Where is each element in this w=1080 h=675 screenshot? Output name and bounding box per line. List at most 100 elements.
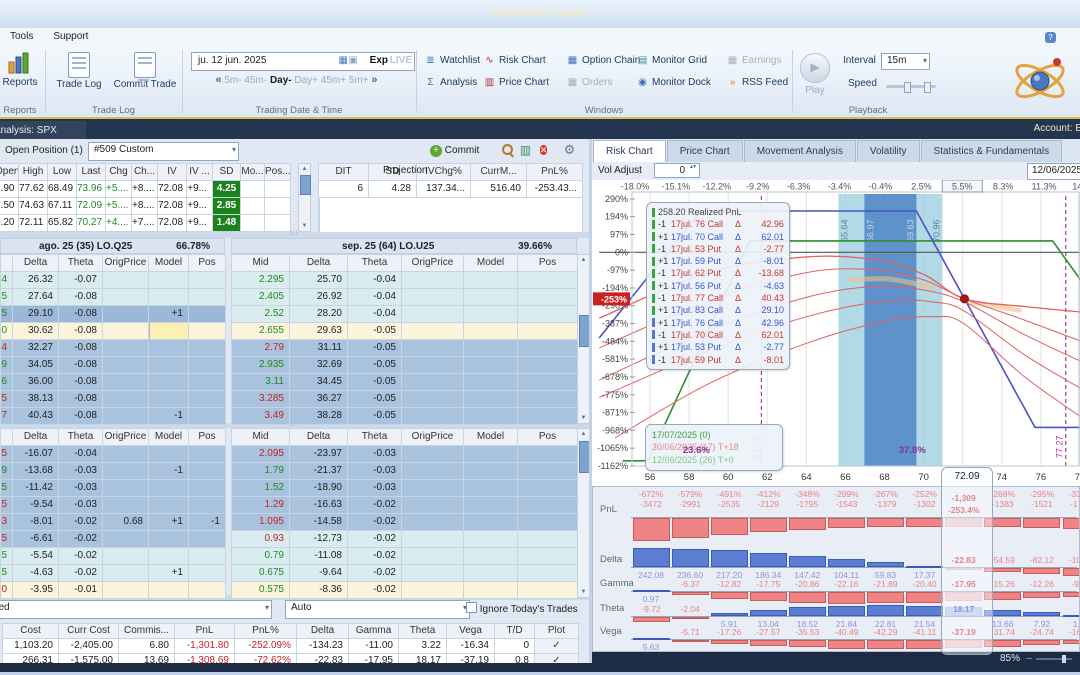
option-row[interactable]: 5 -5.54 -0.02 bbox=[1, 548, 226, 565]
calendar-icon[interactable]: ▦ bbox=[339, 53, 348, 69]
tab-movement-analysis[interactable]: Movement Analysis bbox=[743, 140, 856, 162]
month-header-right[interactable]: sep. 25 (64) LO.U25 39.66% bbox=[231, 238, 577, 254]
tab-statistics-fundamentals[interactable]: Statistics & Fundamentals bbox=[920, 140, 1063, 162]
option-row[interactable]: 2.935 32.69 -0.05 bbox=[232, 357, 578, 374]
monitor-dock-button[interactable]: ◉ Monitor Dock bbox=[636, 77, 711, 92]
projection-date-field[interactable]: 12/06/2025 bbox=[1027, 163, 1080, 180]
option-row[interactable]: 5 -11.42 -0.03 bbox=[1, 480, 226, 497]
quote-row[interactable]: 7.5074.6367.1172.09+5....+8....72.08+9..… bbox=[0, 198, 291, 215]
reports-button[interactable]: Reports bbox=[0, 52, 42, 88]
nav-Dayplus[interactable]: Day+ bbox=[294, 75, 320, 86]
trading-date-field[interactable]: ju. 12 jun. 2025 ▦ ▣ Exp LIVE bbox=[191, 52, 415, 71]
close-position-icon[interactable]: ✕ bbox=[536, 143, 551, 158]
nav-5mplus[interactable]: 5m+ bbox=[349, 75, 372, 86]
position-select[interactable]: #509 Custom bbox=[88, 142, 239, 161]
speed-slider-handle2[interactable] bbox=[924, 82, 931, 93]
month-header-left[interactable]: ago. 25 (35) LO.Q25 66.78% bbox=[0, 238, 225, 254]
option-row[interactable]: 6 36.00 -0.08 bbox=[1, 374, 226, 391]
quote-row[interactable]: 6.2072.1165.8270.27+4....+7....72.08+9..… bbox=[0, 215, 291, 232]
option-row[interactable]: 0 -3.95 -0.01 bbox=[1, 582, 226, 599]
option-row[interactable]: 4 32.27 -0.08 bbox=[1, 340, 226, 357]
summary-row[interactable]: 1,103.20 -2,405.00 6.80 -1,301.80 -252.09% -1… bbox=[3, 639, 579, 654]
settings-gear-icon[interactable]: ⚙ bbox=[562, 142, 577, 157]
quotes-scrollbar[interactable]: ▲ ▼ bbox=[298, 163, 311, 232]
auto-select[interactable]: Auto bbox=[285, 600, 470, 619]
option-row[interactable]: 3 -8.01 -0.02 0.68 +1 -1 bbox=[1, 514, 226, 531]
option-row[interactable]: 5 -16.07 -0.04 bbox=[1, 446, 226, 463]
tab-volatility[interactable]: Volatility bbox=[856, 140, 920, 162]
option-row[interactable]: 5 -6.61 -0.02 bbox=[1, 531, 226, 548]
tab-risk-chart[interactable]: Risk Chart bbox=[593, 140, 666, 162]
title-bar[interactable]: OptionNET Explorer bbox=[0, 0, 1080, 29]
option-row[interactable]: 2.79 31.11 -0.05 bbox=[232, 340, 578, 357]
option-row[interactable]: 3.11 34.45 -0.05 bbox=[232, 374, 578, 391]
option-row[interactable]: 0.79 -11.08 -0.02 bbox=[232, 548, 578, 565]
ignore-trades-checkbox[interactable]: Ignore Today's Trades bbox=[466, 602, 578, 615]
position-mode-select[interactable]: Combined bbox=[0, 600, 272, 619]
nav-45mplus[interactable]: 45m+ bbox=[321, 75, 349, 86]
option-row[interactable]: 0.93 -12.73 -0.02 bbox=[232, 531, 578, 548]
vol-adjust-spinner[interactable]: 0 bbox=[654, 163, 700, 178]
speed-slider[interactable] bbox=[886, 82, 936, 93]
option-row[interactable]: 1.52 -18.90 -0.03 bbox=[232, 480, 578, 497]
scroll-thumb[interactable] bbox=[300, 175, 311, 195]
exp-label[interactable]: Exp bbox=[370, 53, 388, 69]
monitor-grid-button[interactable]: ▤ Monitor Grid bbox=[636, 55, 707, 70]
nav-Dayminus[interactable]: Day- bbox=[270, 75, 294, 86]
commit-trade-button[interactable]: + Commit Trade bbox=[110, 52, 180, 90]
commit-button[interactable]: + Commit bbox=[430, 142, 492, 159]
trade-log-button[interactable]: Trade Log bbox=[50, 52, 108, 90]
stats-row[interactable]: 6 4.28 137.34... 516.40 -253.43... bbox=[319, 181, 583, 198]
help-icon[interactable]: ? bbox=[1045, 32, 1056, 43]
chain-header[interactable]: Mid Delta Theta OrigPrice Model Pos bbox=[232, 255, 578, 272]
chain-header[interactable]: Mid Delta Theta OrigPrice Model Pos bbox=[232, 429, 578, 446]
tab-analysis-spx[interactable]: Analysis: SPX bbox=[0, 121, 86, 141]
option-row[interactable]: 4 26.32 -0.07 bbox=[1, 272, 226, 289]
interval-select[interactable]: 15m bbox=[881, 53, 930, 70]
option-row[interactable]: 5 -9.54 -0.03 bbox=[1, 497, 226, 514]
option-row[interactable]: 2.295 25.70 -0.04 bbox=[232, 272, 578, 289]
option-row[interactable]: 7 40.43 -0.08 -1 bbox=[1, 408, 226, 425]
option-row[interactable]: 5 -4.63 -0.02 +1 bbox=[1, 565, 226, 582]
chain-header[interactable]: Delta Theta OrigPrice Model Pos bbox=[1, 429, 226, 446]
risk-chart-button[interactable]: ∿ Risk Chart bbox=[483, 55, 545, 70]
option-row[interactable]: 0.675 -9.64 -0.02 bbox=[232, 565, 578, 582]
quote-row[interactable]: 8.9077.6268.4973.96+5....+8....72.08+9..… bbox=[0, 181, 291, 198]
option-row[interactable]: 2.095 -23.97 -0.03 bbox=[232, 446, 578, 463]
stats-header[interactable]: DIT SD IVChg% CurrM... PnL% bbox=[319, 164, 583, 181]
watchlist-button[interactable]: ≣ Watchlist bbox=[424, 55, 480, 70]
summary-header[interactable]: Cost Curr Cost Commis... PnL PnL% Delta Gamma T… bbox=[3, 624, 579, 639]
tab-price-chart[interactable]: Price Chart bbox=[666, 140, 743, 162]
speed-slider-handle[interactable] bbox=[904, 82, 911, 93]
option-row[interactable]: 2.52 28.20 -0.04 bbox=[232, 306, 578, 323]
price-chart-button[interactable]: ▥ Price Chart bbox=[483, 77, 549, 92]
zoom-slider-handle[interactable] bbox=[1062, 655, 1066, 663]
option-row[interactable]: 1.79 -21.37 -0.03 bbox=[232, 463, 578, 480]
checkbox-box[interactable] bbox=[466, 602, 477, 613]
option-chain-button[interactable]: ▦ Option Chain bbox=[566, 55, 641, 70]
analysis-button[interactable]: Σ Analysis bbox=[424, 77, 477, 92]
option-row[interactable]: 5 29.10 -0.08 +1 bbox=[1, 306, 226, 323]
nav-45mminus[interactable]: 45m- bbox=[244, 75, 270, 86]
rss-feed-button[interactable]: » RSS Feed bbox=[726, 77, 788, 92]
quotes-header[interactable]: OpenHighLowLastChgCh...IVIV ...SDMo...Po… bbox=[0, 164, 291, 181]
option-row[interactable]: 2.405 26.92 -0.04 bbox=[232, 289, 578, 306]
nav-back-icon[interactable]: « bbox=[215, 74, 221, 86]
option-row[interactable]: 2.655 29.63 -0.05 bbox=[232, 323, 578, 340]
play-button[interactable]: ▶ bbox=[800, 53, 830, 83]
option-row[interactable]: 9 34.05 -0.08 bbox=[1, 357, 226, 374]
zoom-slider[interactable] bbox=[1036, 655, 1072, 663]
option-row[interactable]: 5 38.13 -0.08 bbox=[1, 391, 226, 408]
option-row[interactable]: 9 -13.68 -0.03 -1 bbox=[1, 463, 226, 480]
option-row[interactable]: 1.095 -14.58 -0.02 bbox=[232, 514, 578, 531]
option-row[interactable]: 0 30.62 -0.08 bbox=[1, 323, 226, 340]
option-row[interactable]: 1.29 -16.63 -0.02 bbox=[232, 497, 578, 514]
menu-support[interactable]: Support bbox=[43, 28, 98, 42]
chain-header[interactable]: Delta Theta OrigPrice Model Pos bbox=[1, 255, 226, 272]
option-row[interactable]: 3.49 38.28 -0.05 bbox=[232, 408, 578, 425]
nav-fwd-icon[interactable]: » bbox=[371, 74, 377, 86]
export-icon[interactable]: ▥ bbox=[518, 143, 533, 158]
search-icon[interactable] bbox=[500, 143, 515, 158]
option-row[interactable]: 3.285 36.27 -0.05 bbox=[232, 391, 578, 408]
option-row[interactable]: 0.575 -8.36 -0.02 bbox=[232, 582, 578, 599]
